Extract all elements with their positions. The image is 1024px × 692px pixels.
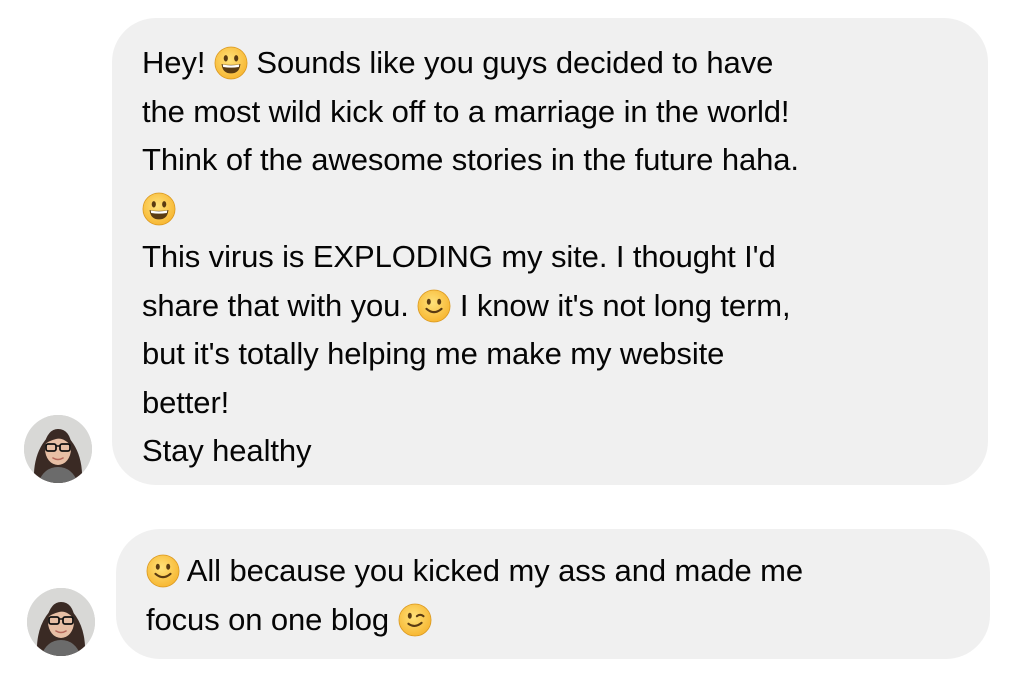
message-text: All because you kicked my ass and made m… (180, 553, 804, 588)
avatar-icon (24, 415, 92, 483)
winking-face-icon (398, 603, 432, 637)
message-line: This virus is EXPLODING my site. I thoug… (142, 239, 776, 274)
message-line: focus on one blog (146, 596, 970, 645)
message-line: share that with you. I know it's not lon… (142, 282, 968, 331)
message-text: share that with you. (142, 287, 418, 323)
message-line: Think of the awesome stories in the futu… (142, 142, 799, 177)
sender-avatar[interactable] (24, 415, 92, 483)
message-bubble[interactable]: Hey! Sounds like you guys decided to hav… (112, 18, 988, 485)
message-text: focus on one blog (146, 601, 398, 637)
message-line: All because you kicked my ass and made m… (146, 547, 970, 596)
grinning-face-icon (142, 192, 176, 226)
avatar-icon (27, 588, 95, 656)
message-line (142, 185, 968, 234)
message-bubble[interactable]: All because you kicked my ass and made m… (116, 529, 990, 659)
message-text: Sounds like you guys decided to have (247, 45, 774, 80)
sender-avatar[interactable] (27, 588, 95, 656)
message-text: I know it's not long term, (451, 287, 791, 323)
message-line: but it's totally helping me make my webs… (142, 336, 725, 371)
message-line: Stay healthy (142, 433, 312, 468)
message-line: Hey! Sounds like you guys decided to hav… (142, 39, 968, 88)
grinning-face-icon (214, 46, 248, 80)
slightly-smiling-face-icon (417, 289, 451, 323)
message-line: better! (142, 384, 230, 420)
slightly-smiling-face-icon (146, 554, 180, 588)
message-line: the most wild kick off to a marriage in … (142, 93, 790, 129)
message-text: Hey! (142, 45, 214, 80)
